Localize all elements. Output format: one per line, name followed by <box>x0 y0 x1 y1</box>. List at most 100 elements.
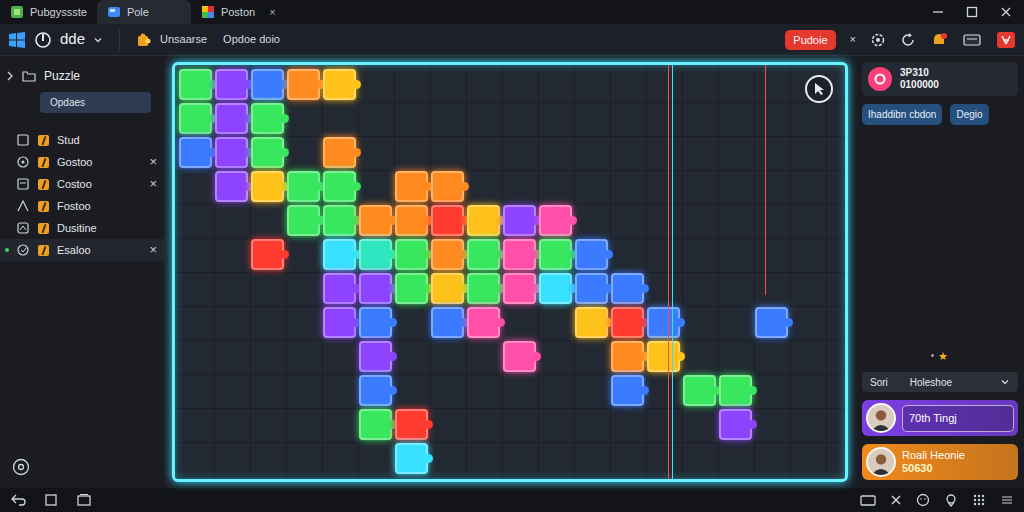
sidebar-item[interactable]: Esaloo× <box>0 239 165 261</box>
player-card[interactable]: Roali Heonie50630 <box>862 444 1018 480</box>
translate-icon[interactable] <box>996 31 1016 49</box>
sidebar-item[interactable]: Dusitine <box>0 217 165 239</box>
dropdown-chevron-icon[interactable] <box>1000 377 1010 387</box>
hint-button[interactable] <box>805 75 833 103</box>
puzzle-piece[interactable] <box>359 273 392 304</box>
puzzle-piece[interactable] <box>251 137 284 168</box>
sidebar-item[interactable]: Gostoo× <box>0 151 165 173</box>
puzzle-piece[interactable] <box>323 205 356 236</box>
puzzle-piece[interactable] <box>215 69 248 100</box>
keyboard-icon[interactable] <box>860 493 876 507</box>
puzzle-piece[interactable] <box>467 205 500 236</box>
puzzle-piece[interactable] <box>395 171 428 202</box>
puzzle-piece[interactable] <box>323 69 356 100</box>
item-close-button[interactable]: × <box>149 240 157 260</box>
puzzle-piece[interactable] <box>287 171 320 202</box>
puzzle-piece[interactable] <box>575 239 608 270</box>
puzzle-piece[interactable] <box>755 307 788 338</box>
window-tab[interactable]: Pubgyssste <box>0 0 97 24</box>
puzzle-piece[interactable] <box>395 409 428 440</box>
puzzle-piece[interactable] <box>359 409 392 440</box>
puzzle-piece[interactable] <box>575 307 608 338</box>
puzzle-piece[interactable] <box>251 171 284 202</box>
puzzle-piece[interactable] <box>467 239 500 270</box>
puzzle-piece[interactable] <box>503 239 536 270</box>
puzzle-piece[interactable] <box>503 205 536 236</box>
puzzle-piece[interactable] <box>179 69 212 100</box>
puzzle-piece[interactable] <box>467 307 500 338</box>
puzzle-piece[interactable] <box>503 341 536 372</box>
puzzle-piece[interactable] <box>431 171 464 202</box>
puzzle-piece[interactable] <box>395 205 428 236</box>
item-close-button[interactable]: × <box>149 174 157 194</box>
puzzle-piece[interactable] <box>719 375 752 406</box>
puzzle-piece[interactable] <box>611 375 644 406</box>
puzzle-piece[interactable] <box>719 409 752 440</box>
settings-icon[interactable] <box>870 32 886 48</box>
puzzle-piece[interactable] <box>179 137 212 168</box>
puzzle-piece[interactable] <box>287 205 320 236</box>
notification-icon[interactable] <box>930 32 948 48</box>
puzzle-piece[interactable] <box>683 375 716 406</box>
settings-circle-icon[interactable] <box>12 458 30 476</box>
puzzle-piece[interactable] <box>215 137 248 168</box>
expand-arrow-icon[interactable] <box>6 71 14 81</box>
home-icon[interactable] <box>44 493 58 507</box>
sidebar-item[interactable]: Fostoo <box>0 195 165 217</box>
puzzle-piece[interactable] <box>323 307 356 338</box>
puzzle-piece[interactable] <box>251 103 284 134</box>
back-icon[interactable] <box>10 493 26 507</box>
recent-apps-icon[interactable] <box>76 493 92 507</box>
puzzle-piece[interactable] <box>395 273 428 304</box>
panel-button[interactable]: Degio <box>950 104 988 125</box>
panel-button[interactable]: Ihaddibn cbdon <box>862 104 942 125</box>
minimize-icon[interactable] <box>932 6 944 18</box>
puzzle-piece[interactable] <box>287 69 320 100</box>
puzzle-piece[interactable] <box>359 307 392 338</box>
puzzle-piece[interactable] <box>323 273 356 304</box>
puzzle-piece[interactable] <box>539 205 572 236</box>
emoji-icon[interactable] <box>916 493 930 507</box>
window-mode-icon[interactable] <box>962 32 982 48</box>
menu-icon[interactable] <box>1000 493 1014 507</box>
puzzle-piece[interactable] <box>215 171 248 202</box>
item-close-button[interactable]: × <box>149 152 157 172</box>
puzzle-piece[interactable] <box>431 239 464 270</box>
sidebar-item[interactable]: Costoo× <box>0 173 165 195</box>
puzzle-piece[interactable] <box>611 273 644 304</box>
puzzle-piece[interactable] <box>467 273 500 304</box>
puzzle-piece[interactable] <box>647 307 680 338</box>
close-window-icon[interactable] <box>1000 6 1012 18</box>
puzzle-piece[interactable] <box>323 171 356 202</box>
sort-dropdown[interactable]: SoriHoleshoe <box>862 372 1018 392</box>
windows-logo-icon[interactable] <box>8 31 26 49</box>
puzzle-piece[interactable] <box>431 273 464 304</box>
dropdown-chevron-icon[interactable] <box>93 35 103 45</box>
puzzle-piece[interactable] <box>539 239 572 270</box>
puzzle-piece[interactable] <box>395 443 428 474</box>
puzzle-piece[interactable] <box>503 273 536 304</box>
publish-button[interactable]: Pudoie <box>785 30 835 50</box>
puzzle-piece[interactable] <box>611 307 644 338</box>
window-tab[interactable]: Poston× <box>191 0 286 24</box>
puzzle-piece[interactable] <box>359 239 392 270</box>
close-button[interactable]: × <box>850 31 856 48</box>
puzzle-piece[interactable] <box>611 341 644 372</box>
sidebar-item[interactable]: Stud <box>0 129 165 151</box>
sidebar-button[interactable]: Opdaes <box>40 92 151 113</box>
puzzle-piece[interactable] <box>323 137 356 168</box>
puzzle-piece[interactable] <box>539 273 572 304</box>
close-icon[interactable] <box>890 494 902 506</box>
maximize-icon[interactable] <box>966 6 978 18</box>
puzzle-piece[interactable] <box>431 205 464 236</box>
puzzle-piece[interactable] <box>359 341 392 372</box>
window-tab[interactable]: Pole <box>97 0 191 24</box>
puzzle-piece[interactable] <box>575 273 608 304</box>
puzzle-piece[interactable] <box>323 239 356 270</box>
puzzle-piece[interactable] <box>251 69 284 100</box>
player-card[interactable]: 70th Tingj <box>862 400 1018 436</box>
puzzle-piece[interactable] <box>647 341 680 372</box>
location-icon[interactable] <box>944 493 958 507</box>
puzzle-piece[interactable] <box>431 307 464 338</box>
puzzle-piece[interactable] <box>215 103 248 134</box>
